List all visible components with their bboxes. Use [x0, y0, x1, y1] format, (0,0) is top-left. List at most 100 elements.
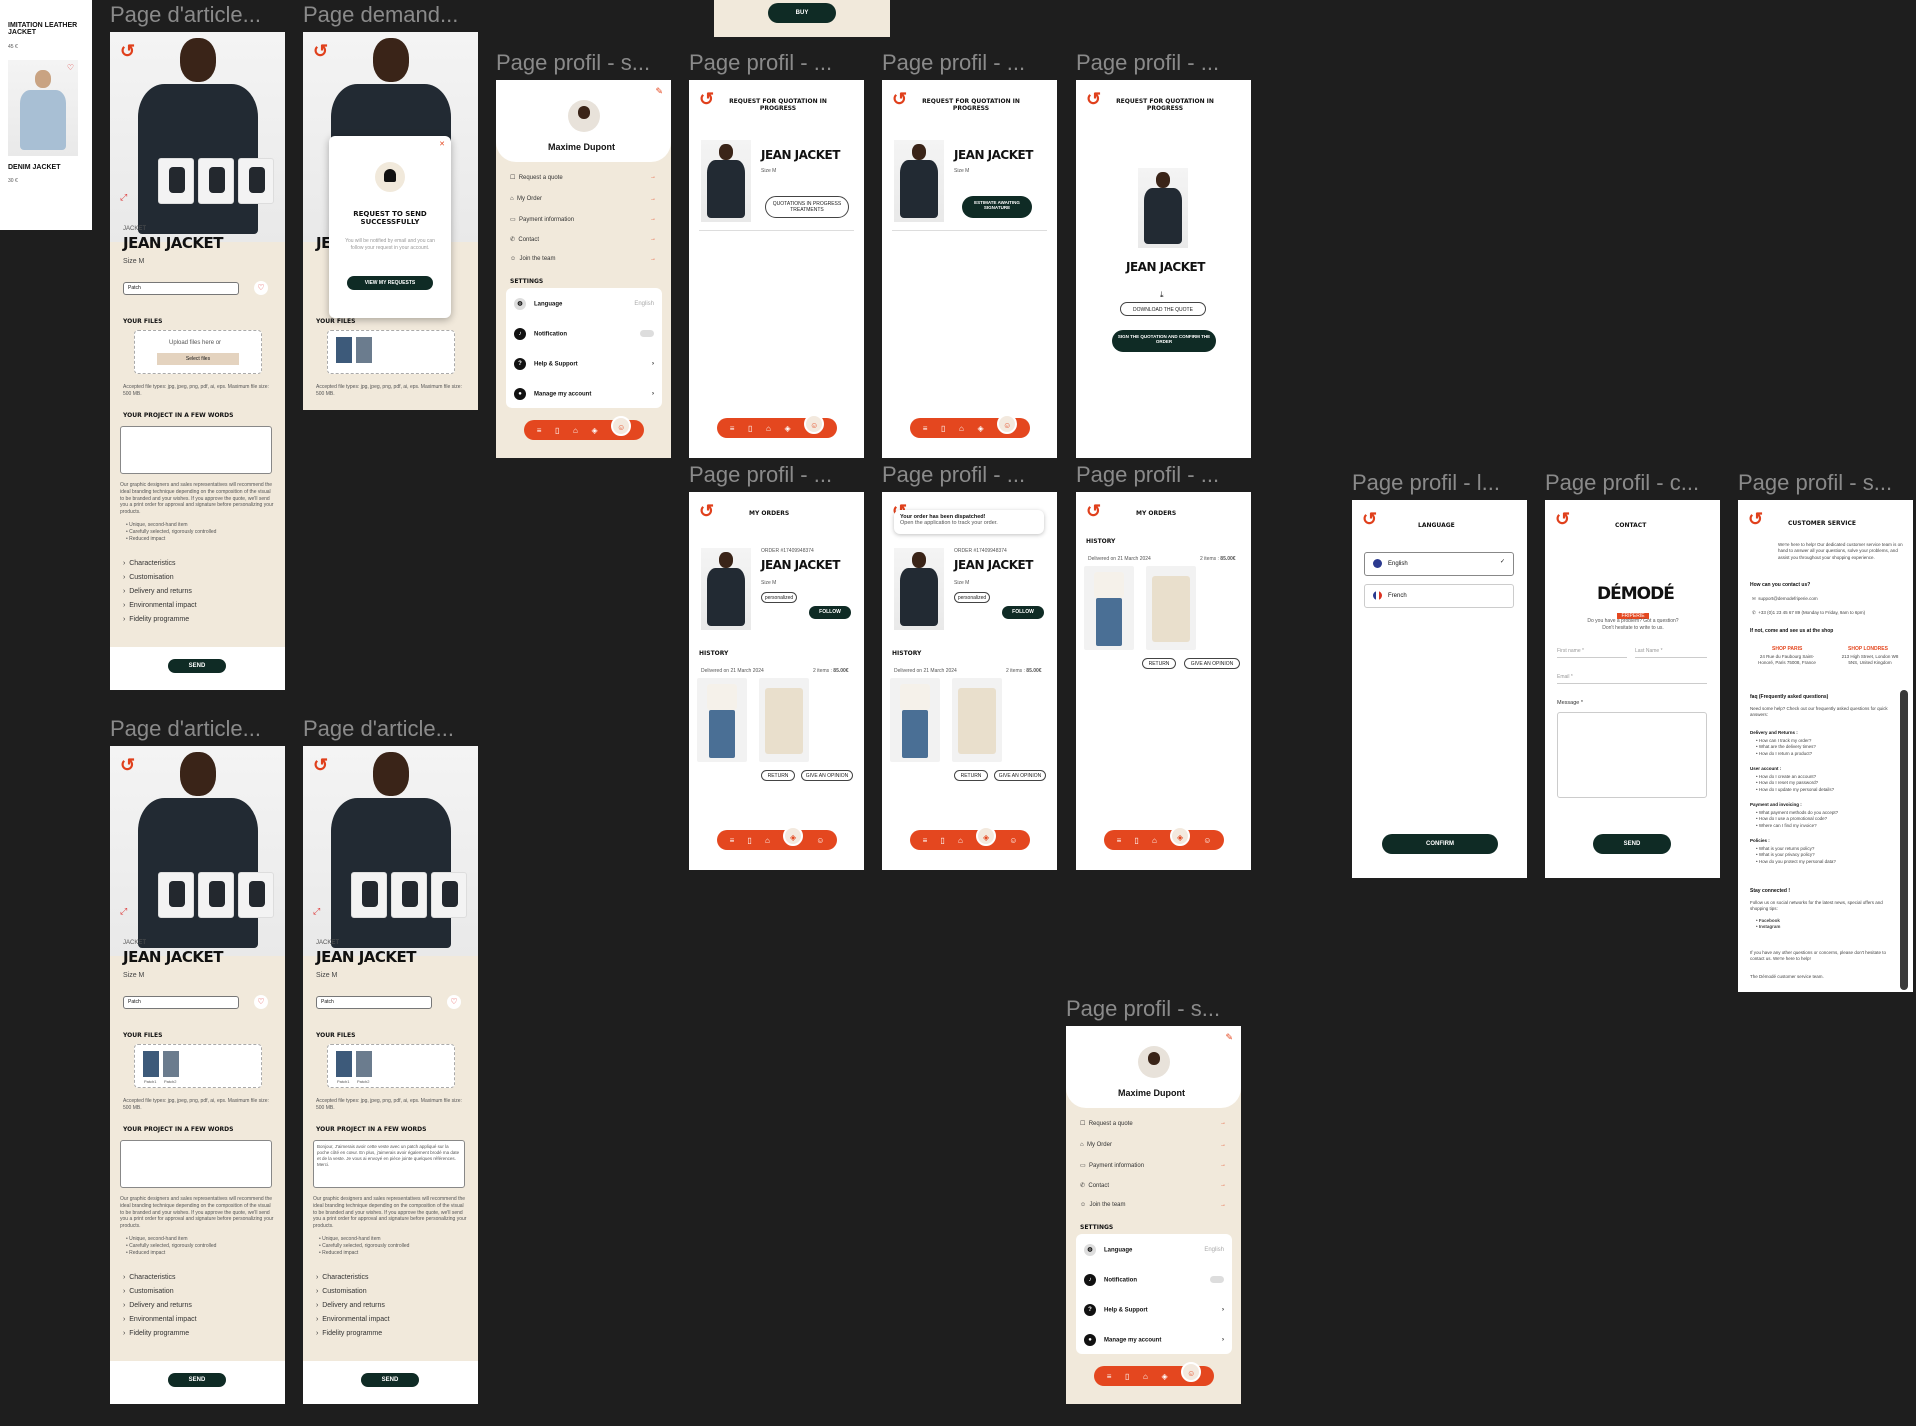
history-item-image[interactable] — [890, 678, 940, 762]
opinion-button[interactable]: GIVE AN OPINION — [1184, 658, 1240, 669]
back-icon[interactable]: ↺ — [1555, 510, 1570, 528]
accordion-item[interactable]: › Delivery and returns — [316, 1302, 385, 1309]
customisation-select[interactable]: Patch — [123, 282, 239, 295]
language-option-french[interactable]: French — [1364, 584, 1514, 608]
menu-item[interactable]: ▭ Payment information → — [510, 216, 656, 223]
faq-item[interactable]: • What payment methods do you accept? • H… — [1756, 810, 1838, 829]
accordion-item[interactable]: › Customisation — [123, 574, 174, 581]
catalog-item-name[interactable]: IMITATION LEATHER JACKET — [8, 22, 88, 36]
return-button[interactable]: RETURN — [761, 770, 795, 781]
social-links[interactable]: • Facebook • Instagram — [1756, 918, 1780, 931]
back-icon[interactable]: ↺ — [1748, 510, 1763, 528]
close-icon[interactable]: ✕ — [439, 140, 445, 148]
settings-row-notification[interactable]: ♪ Notification — [514, 328, 654, 340]
file-dropzone[interactable]: Patch1 Patch2 — [134, 1044, 262, 1088]
settings-row-help[interactable]: ? Help & Support › — [1084, 1304, 1224, 1316]
menu-item[interactable]: ✆ Contact → — [1080, 1182, 1226, 1189]
language-option-english[interactable]: English ✓ — [1364, 552, 1514, 576]
menu-item[interactable]: ✆ Contact → — [510, 236, 656, 243]
file-dropzone[interactable]: Upload files here or Select files — [134, 330, 262, 374]
download-icon[interactable]: ⤓ — [1160, 290, 1164, 300]
favorite-heart-icon[interactable]: ♡ — [447, 995, 461, 1009]
history-item-image[interactable] — [759, 678, 809, 762]
back-icon[interactable]: ↺ — [892, 90, 907, 108]
scrollbar[interactable] — [1900, 690, 1908, 990]
view-requests-button[interactable]: VIEW MY REQUESTS — [347, 276, 433, 290]
back-icon[interactable]: ↺ — [313, 42, 328, 60]
accordion-item[interactable]: › Characteristics — [123, 1274, 176, 1281]
menu-item[interactable]: ☺ Join the team → — [510, 256, 656, 262]
settings-row-account[interactable]: ● Manage my account › — [514, 388, 654, 400]
edit-icon[interactable]: ✎ — [655, 86, 663, 97]
customisation-select[interactable]: Patch — [123, 996, 239, 1009]
bottom-navbar[interactable]: ≡ ▯ ⌂ ◈ ☺ — [717, 826, 837, 850]
accordion-item[interactable]: › Delivery and returns — [123, 1302, 192, 1309]
avatar[interactable] — [1138, 1046, 1170, 1078]
message-field[interactable] — [1557, 712, 1707, 798]
back-icon[interactable]: ↺ — [120, 42, 135, 60]
settings-row-notification[interactable]: ♪ Notification — [1084, 1274, 1224, 1286]
bottom-navbar[interactable]: ≡ ▯ ⌂ ◈ ☺ — [1094, 1362, 1214, 1386]
bottom-navbar[interactable]: ≡ ▯ ⌂ ◈ ☺ — [717, 414, 837, 438]
faq-item[interactable]: • How do I create an account? • How do I … — [1756, 774, 1834, 793]
file-dropzone[interactable] — [327, 330, 455, 374]
send-button[interactable]: SEND — [168, 1373, 226, 1387]
accordion-item[interactable]: › Environmental impact — [123, 602, 197, 609]
settings-row-language[interactable]: ◍ Language English — [1084, 1244, 1224, 1256]
accordion-item[interactable]: › Fidelity programme — [123, 616, 189, 623]
bottom-navbar[interactable]: ≡ ▯ ⌂ ◈ ☺ — [1104, 826, 1224, 850]
send-button[interactable]: SEND — [1593, 834, 1671, 854]
favorite-heart-icon[interactable]: ♡ — [67, 63, 74, 72]
accordion-item[interactable]: › Characteristics — [123, 560, 176, 567]
first-name-field[interactable]: First name * — [1557, 648, 1627, 658]
thumbnail-strip[interactable] — [351, 872, 467, 918]
customisation-select[interactable]: Patch — [316, 996, 432, 1009]
history-item-image[interactable] — [1146, 566, 1196, 650]
project-textarea[interactable] — [120, 1140, 272, 1188]
faq-item[interactable]: • How can I track my order? • What are th… — [1756, 738, 1816, 757]
product-image[interactable] — [110, 32, 285, 242]
project-textarea[interactable]: Bonjour, J'aimerais avoir cette veste av… — [313, 1140, 465, 1188]
support-phone[interactable]: ✆ +33 (0)1 23 45 67 89 (Monday to Friday… — [1752, 610, 1865, 616]
back-icon[interactable]: ↺ — [120, 756, 135, 774]
dispatch-toast[interactable]: Your order has been dispatched! Open the… — [894, 510, 1044, 534]
history-item-image[interactable] — [1084, 566, 1134, 650]
product-image[interactable] — [303, 746, 478, 956]
back-icon[interactable]: ↺ — [699, 502, 714, 520]
notification-toggle[interactable] — [1210, 1276, 1224, 1283]
favorite-heart-icon[interactable]: ♡ — [254, 281, 268, 295]
settings-row-help[interactable]: ? Help & Support › — [514, 358, 654, 370]
faq-item[interactable]: • What is your returns policy? • What is … — [1756, 846, 1836, 865]
follow-button[interactable]: FOLLOW — [1002, 606, 1044, 619]
back-icon[interactable]: ↺ — [1362, 510, 1377, 528]
accordion-item[interactable]: › Environmental impact — [123, 1316, 197, 1323]
select-files-button[interactable]: Select files — [157, 353, 239, 365]
send-button[interactable]: SEND — [168, 659, 226, 673]
sign-quote-button[interactable]: SIGN THE QUOTATION AND CONFIRM THE ORDER — [1112, 330, 1216, 352]
thumbnail-strip[interactable] — [158, 872, 274, 918]
accordion-item[interactable]: › Environmental impact — [316, 1316, 390, 1323]
status-button[interactable]: ESTIMATE AWAITING SIGNATURE — [962, 196, 1032, 218]
project-textarea[interactable] — [120, 426, 272, 474]
last-name-field[interactable]: Last Name * — [1635, 648, 1707, 658]
accordion-item[interactable]: › Fidelity programme — [316, 1330, 382, 1337]
menu-item[interactable]: ☺ Join the team → — [1080, 1202, 1226, 1208]
email-field[interactable]: Email * — [1557, 674, 1707, 684]
settings-row-language[interactable]: ◍ Language English — [514, 298, 654, 310]
back-icon[interactable]: ↺ — [1086, 502, 1101, 520]
expand-icon[interactable]: ⤢ — [313, 906, 320, 917]
menu-item[interactable]: ⌂ My Order → — [510, 196, 656, 202]
favorite-heart-icon[interactable]: ♡ — [254, 995, 268, 1009]
edit-icon[interactable]: ✎ — [1225, 1032, 1233, 1043]
thumbnail-strip[interactable] — [158, 158, 274, 204]
accordion-item[interactable]: › Fidelity programme — [123, 1330, 189, 1337]
notification-toggle[interactable] — [640, 330, 654, 337]
return-button[interactable]: RETURN — [1142, 658, 1176, 669]
status-button[interactable]: QUOTATIONS IN PROGRESS TREATMENTS — [765, 196, 849, 218]
catalog-item-image[interactable]: ♡ — [8, 60, 78, 156]
bottom-navbar[interactable]: ≡ ▯ ⌂ ◈ ☺ — [524, 416, 644, 440]
send-button[interactable]: SEND — [361, 1373, 419, 1387]
bottom-navbar[interactable]: ≡ ▯ ⌂ ◈ ☺ — [910, 826, 1030, 850]
support-email[interactable]: ✉ support@demodefriperie.com — [1752, 596, 1818, 602]
back-icon[interactable]: ↺ — [699, 90, 714, 108]
